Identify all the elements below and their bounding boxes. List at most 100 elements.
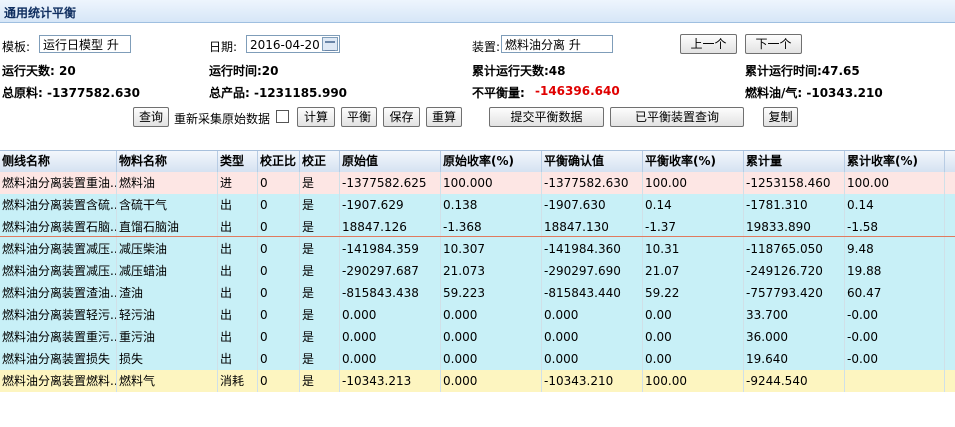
prev-button[interactable]: 上一个 — [680, 34, 737, 54]
table-cell: 出 — [218, 260, 258, 282]
table-cell: 10.307 — [441, 238, 542, 260]
column-header[interactable]: 平衡确认值 — [542, 151, 643, 172]
run-days: 运行天数: 20 — [2, 64, 76, 78]
submit-balance-button[interactable]: 提交平衡数据 — [489, 107, 604, 127]
table-cell: 0 — [258, 194, 300, 216]
table-row[interactable]: 燃料油分离装置重污... 重污油出 0 是 0.000 0.000 0.000 0.00 36.… — [0, 326, 955, 348]
table-cell: 燃料油分离装置重污... — [0, 326, 117, 348]
column-header[interactable]: 类型 — [218, 151, 258, 172]
table-cell: 0.000 — [441, 370, 542, 392]
template-select[interactable]: 运行日模型 升 — [39, 35, 131, 53]
save-button[interactable]: 保存 — [383, 107, 420, 127]
table-row[interactable]: 燃料油分离装置含硫... 含硫干气出 0 是 -1907.629 0.138 -1907.6… — [0, 194, 955, 216]
table-cell: 重污油 — [117, 326, 218, 348]
table-cell: -1253158.460 — [744, 172, 845, 194]
table-row[interactable]: 燃料油分离装置燃料... 燃料气 消耗 0 是 -10343.213 0.000 -10343… — [0, 370, 955, 392]
device-select[interactable]: 燃料油分离 升 — [501, 35, 613, 53]
table-row[interactable]: 燃料油分离装置渣油... 渣油出 0 是 -815843.438 59.223 -81584… — [0, 282, 955, 304]
table-cell: 出 — [218, 216, 258, 238]
column-header[interactable]: 校正 — [300, 151, 340, 172]
table-cell: 轻污油 — [117, 304, 218, 326]
table-cell: 直馏石脑油 — [117, 216, 218, 238]
balance-button[interactable]: 平衡 — [341, 107, 377, 127]
column-header[interactable]: 原始值 — [340, 151, 441, 172]
table-cell: 出 — [218, 282, 258, 304]
table-cell: 是 — [300, 304, 340, 326]
table-cell: 0.00 — [643, 304, 744, 326]
query-button[interactable]: 查询 — [133, 107, 169, 127]
table-cell: 是 — [300, 326, 340, 348]
table-cell: -1907.630 — [542, 194, 643, 216]
table-cell: 进 — [218, 172, 258, 194]
table-cell: -9244.540 — [744, 370, 845, 392]
row-divider — [0, 236, 955, 237]
column-header[interactable]: 累计量 — [744, 151, 845, 172]
table-cell: 100.00 — [643, 172, 744, 194]
table-cell: 21.073 — [441, 260, 542, 282]
redo-button[interactable]: 重算 — [426, 107, 462, 127]
table-row[interactable]: 燃料油分离装置损失 损失出 0 是 0.000 0.000 0.000 0.00 19.640-… — [0, 348, 955, 370]
calc-button[interactable]: 计算 — [297, 107, 335, 127]
recollect-checkbox[interactable] — [276, 110, 289, 123]
table-cell: -1907.629 — [340, 194, 441, 216]
table-cell: -249126.720 — [744, 260, 845, 282]
table-cell: -0.00 — [845, 348, 945, 370]
table-cell: 19.640 — [744, 348, 845, 370]
column-header[interactable]: 累计收率(%) — [845, 151, 945, 172]
table-cell: 36.000 — [744, 326, 845, 348]
table-cell: 出 — [218, 304, 258, 326]
calendar-icon[interactable] — [322, 37, 338, 51]
table-cell: 0 — [258, 348, 300, 370]
table-row[interactable]: 燃料油分离装置轻污... 轻污油出 0 是 0.000 0.000 0.000 0.00 33.… — [0, 304, 955, 326]
table-cell: -815843.440 — [542, 282, 643, 304]
table-cell: 0.000 — [542, 348, 643, 370]
recollect-label: 重新采集原始数据 — [174, 112, 271, 126]
table-cell: 燃料气 — [117, 370, 218, 392]
total-raw: 总原料: -1377582.630 — [2, 86, 141, 100]
column-header[interactable]: 物料名称 — [117, 151, 218, 172]
imbalance-label: 不平衡量: — [472, 86, 525, 100]
column-header[interactable]: 校正比 — [258, 151, 300, 172]
table-row[interactable]: 燃料油分离装置石脑... 直馏石脑油出 0 是 18847.126 -1.368 18847… — [0, 216, 955, 238]
table-cell: 0 — [258, 304, 300, 326]
table-cell: 0.00 — [643, 326, 744, 348]
table-cell: 0.000 — [441, 304, 542, 326]
table-cell: 减压蜡油 — [117, 260, 218, 282]
table-cell: 是 — [300, 216, 340, 238]
table-cell: 0.000 — [542, 326, 643, 348]
table-cell: 含硫干气 — [117, 194, 218, 216]
table-cell — [845, 370, 945, 392]
table-cell: 0 — [258, 238, 300, 260]
table-row[interactable]: 燃料油分离装置减压... 减压柴油出 0 是 -141984.359 10.307 -141… — [0, 238, 955, 260]
column-header[interactable]: 平衡收率(%) — [643, 151, 744, 172]
table-cell: 0.000 — [340, 304, 441, 326]
next-button[interactable]: 下一个 — [745, 34, 802, 54]
table-row[interactable]: 燃料油分离装置重油... 燃料油进 0 是 -1377582.625 100.000 -13… — [0, 172, 955, 194]
table-cell: 100.000 — [441, 172, 542, 194]
cum-run-time: 累计运行时间:47.65 — [745, 64, 860, 78]
column-header[interactable]: 侧线名称 — [0, 151, 117, 172]
table-cell: 0 — [258, 172, 300, 194]
table-cell: 9.48 — [845, 238, 945, 260]
table-row[interactable]: 燃料油分离装置减压... 减压蜡油出 0 是 -290297.687 21.073 -290… — [0, 260, 955, 282]
table-cell: -1377582.625 — [340, 172, 441, 194]
table-cell: 0 — [258, 326, 300, 348]
table-cell: 出 — [218, 348, 258, 370]
total-product: 总产品: -1231185.990 — [209, 86, 348, 100]
column-header[interactable]: 原始收率(%) — [441, 151, 542, 172]
balanced-query-button[interactable]: 已平衡装置查询 — [610, 107, 744, 127]
table-cell: 是 — [300, 194, 340, 216]
table-cell: 19.88 — [845, 260, 945, 282]
table-cell: 燃料油分离装置重油... — [0, 172, 117, 194]
table-cell: 消耗 — [218, 370, 258, 392]
table-cell: 18847.126 — [340, 216, 441, 238]
copy-button[interactable]: 复制 — [763, 107, 798, 127]
table-cell: 19833.890 — [744, 216, 845, 238]
table-cell: 21.07 — [643, 260, 744, 282]
table-cell: 0.00 — [643, 348, 744, 370]
table-cell: 100.00 — [643, 370, 744, 392]
panel-titlebar: 通用统计平衡 — [0, 0, 955, 23]
template-label: 模板: — [2, 40, 31, 54]
table-cell: -10343.213 — [340, 370, 441, 392]
table-cell: -1.368 — [441, 216, 542, 238]
